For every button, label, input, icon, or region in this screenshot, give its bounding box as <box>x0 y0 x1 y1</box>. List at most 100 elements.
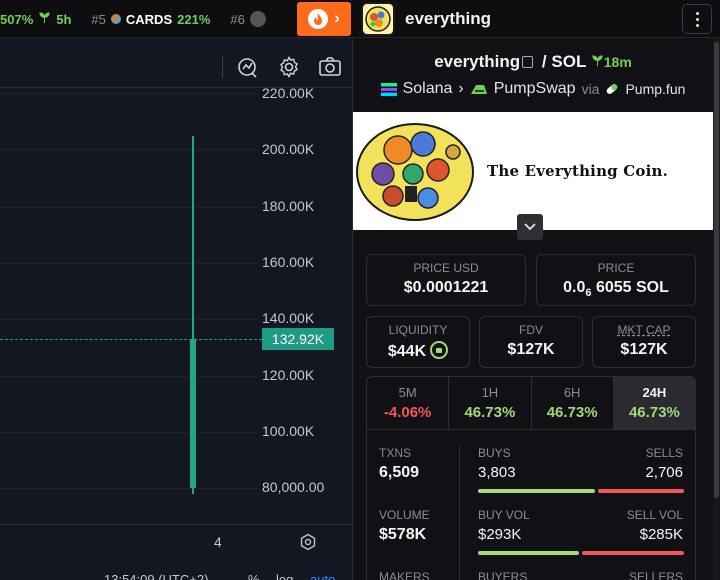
sell-vol-value: $285K <box>639 526 683 543</box>
price-chart[interactable]: 220.00K 200.00K 180.00K 160.00K 140.00K 120.0… <box>0 38 352 580</box>
camera-icon[interactable] <box>318 55 342 79</box>
ticker-item-2-pct: 221% <box>177 11 211 27</box>
token-info-panel: everything / SOL 18m Solana › PumpSwap v… <box>353 38 720 580</box>
liquidity-value: $44K <box>367 341 469 361</box>
y-tick-label: 80,000.00 <box>262 479 325 496</box>
y-tick-label: 180.00K <box>262 197 315 214</box>
scrollbar-thumb[interactable] <box>714 42 719 498</box>
tab-24h[interactable]: 24H 46.73% <box>613 377 695 429</box>
ticker-item-1[interactable]: 507% 5h <box>0 11 71 27</box>
ticker-item-2-rank: #5 <box>91 11 106 27</box>
chevron-down-icon <box>524 223 536 231</box>
tab-change: 46.73% <box>628 404 680 421</box>
txns-label: TXNS <box>379 446 412 460</box>
token-banner: The Everything Coin. <box>353 112 713 230</box>
ticker-item-2-symbol: CARDS <box>125 11 173 27</box>
y-tick-label: 120.00K <box>262 366 315 383</box>
solana-icon <box>380 82 397 96</box>
kebab-dot-icon <box>695 11 699 15</box>
price-sol-card: PRICE 0.06 6055 SOL <box>536 254 696 306</box>
buyers-label: BUYERS <box>478 570 528 580</box>
candle-body[interactable] <box>190 339 196 489</box>
chart-toolbar <box>0 38 352 88</box>
chain-name[interactable]: Solana <box>403 80 453 98</box>
axis-settings-icon[interactable] <box>298 532 318 552</box>
buy-vol-label: BUY VOL <box>478 508 530 522</box>
buys-ratio-bar <box>478 489 595 493</box>
tab-5m[interactable]: 5M -4.06% <box>367 377 450 429</box>
percent-scale-button[interactable]: % <box>248 572 260 580</box>
price-usd-label: PRICE USD <box>413 261 479 275</box>
banner-tagline: The Everything Coin. <box>487 162 669 180</box>
ticker-item-3-rank: #6 <box>230 11 245 27</box>
pair-separator: / <box>541 52 547 71</box>
price-sol-value: 0.06 6055 SOL <box>537 279 695 299</box>
sprout-icon <box>38 11 51 27</box>
fdv-label: FDV <box>519 323 543 337</box>
y-tick-label: 140.00K <box>262 310 315 327</box>
tab-change: 46.73% <box>546 404 598 421</box>
fdv-value: $127K <box>507 341 555 358</box>
tab-6h[interactable]: 6H 46.73% <box>532 377 614 429</box>
dex-name[interactable]: PumpSwap <box>494 80 576 98</box>
settings-gear-icon[interactable] <box>277 55 301 79</box>
collapse-banner-button[interactable] <box>517 214 543 240</box>
pair-age-value: 18m <box>603 54 632 70</box>
market-cap-value: $127K <box>620 341 668 358</box>
sells-value: 2,706 <box>645 464 683 481</box>
ticker-item-3[interactable]: #6 <box>230 11 266 27</box>
lock-icon[interactable] <box>430 341 449 359</box>
market-cap-label[interactable]: MKT CAP <box>593 323 695 337</box>
trending-toggle-button[interactable]: › <box>297 2 351 36</box>
via-label: via <box>581 81 600 97</box>
sprout-icon <box>592 55 603 67</box>
sellers-label: SELLERS <box>628 570 683 580</box>
ticker-item-3-token-icon <box>249 11 266 27</box>
ticker-item-1-pct: 507% <box>0 11 34 27</box>
price-sol-zero-count: 6 <box>585 287 592 300</box>
y-tick-label: 100.00K <box>262 422 315 439</box>
tab-label: 1H <box>481 385 499 400</box>
price-usd-value: $0.0001221 <box>403 279 489 296</box>
token-logo <box>361 2 395 36</box>
x-tick-label: 4 <box>214 534 222 550</box>
pair-quote: SOL <box>551 52 587 71</box>
sell-vol-label: SELL VOL <box>626 508 683 522</box>
timeframe-tabs: 5M -4.06% 1H 46.73% 6H 46.73% 24H 46.73% <box>366 376 696 430</box>
pair-title: everything / SOL 18m <box>353 52 713 72</box>
y-tick-label: 220.00K <box>262 85 315 101</box>
volume-label: VOLUME <box>379 508 430 522</box>
flame-icon <box>308 9 329 29</box>
current-price-tag: 132.92K <box>262 328 334 350</box>
auto-scale-button[interactable]: auto <box>310 572 335 580</box>
grid-line <box>0 150 258 152</box>
tab-label: 5M <box>398 385 417 400</box>
log-scale-button[interactable]: log <box>276 572 293 580</box>
copy-icon[interactable] <box>522 56 534 68</box>
txns-value: 6,509 <box>379 464 420 481</box>
pill-icon <box>607 84 618 94</box>
pair-age: 18m <box>591 54 632 70</box>
tab-label: 6H <box>563 385 581 400</box>
makers-label: MAKERS <box>379 570 430 580</box>
panel-scrollbar[interactable] <box>713 38 720 580</box>
chevron-right-icon: › <box>334 10 340 27</box>
launchpad-name[interactable]: Pump.fun <box>625 81 685 97</box>
ticker-item-2[interactable]: #5 CARDS 221% <box>91 12 210 27</box>
more-menu-button[interactable] <box>682 4 712 34</box>
buys-value: 3,803 <box>478 464 516 481</box>
indicators-icon[interactable] <box>236 55 260 79</box>
cards-token-icon <box>110 14 121 24</box>
grid-line <box>0 319 258 321</box>
chain-breadcrumb: Solana › PumpSwap via Pump.fun <box>353 80 713 98</box>
tab-1h[interactable]: 1H 46.73% <box>449 377 532 429</box>
liquidity-card: LIQUIDITY $44K <box>366 316 470 368</box>
current-price-line <box>0 339 262 340</box>
token-name: everything <box>405 9 491 28</box>
price-usd-card: PRICE USD $0.0001221 <box>366 254 526 306</box>
grid-line <box>0 206 258 208</box>
grid-line <box>0 375 258 377</box>
volume-value: $578K <box>379 526 427 543</box>
trade-stats: TXNS 6,509 BUYS 3,803 SELLS 2,706 VOLUME… <box>366 430 696 580</box>
toolbar-divider <box>222 56 223 78</box>
